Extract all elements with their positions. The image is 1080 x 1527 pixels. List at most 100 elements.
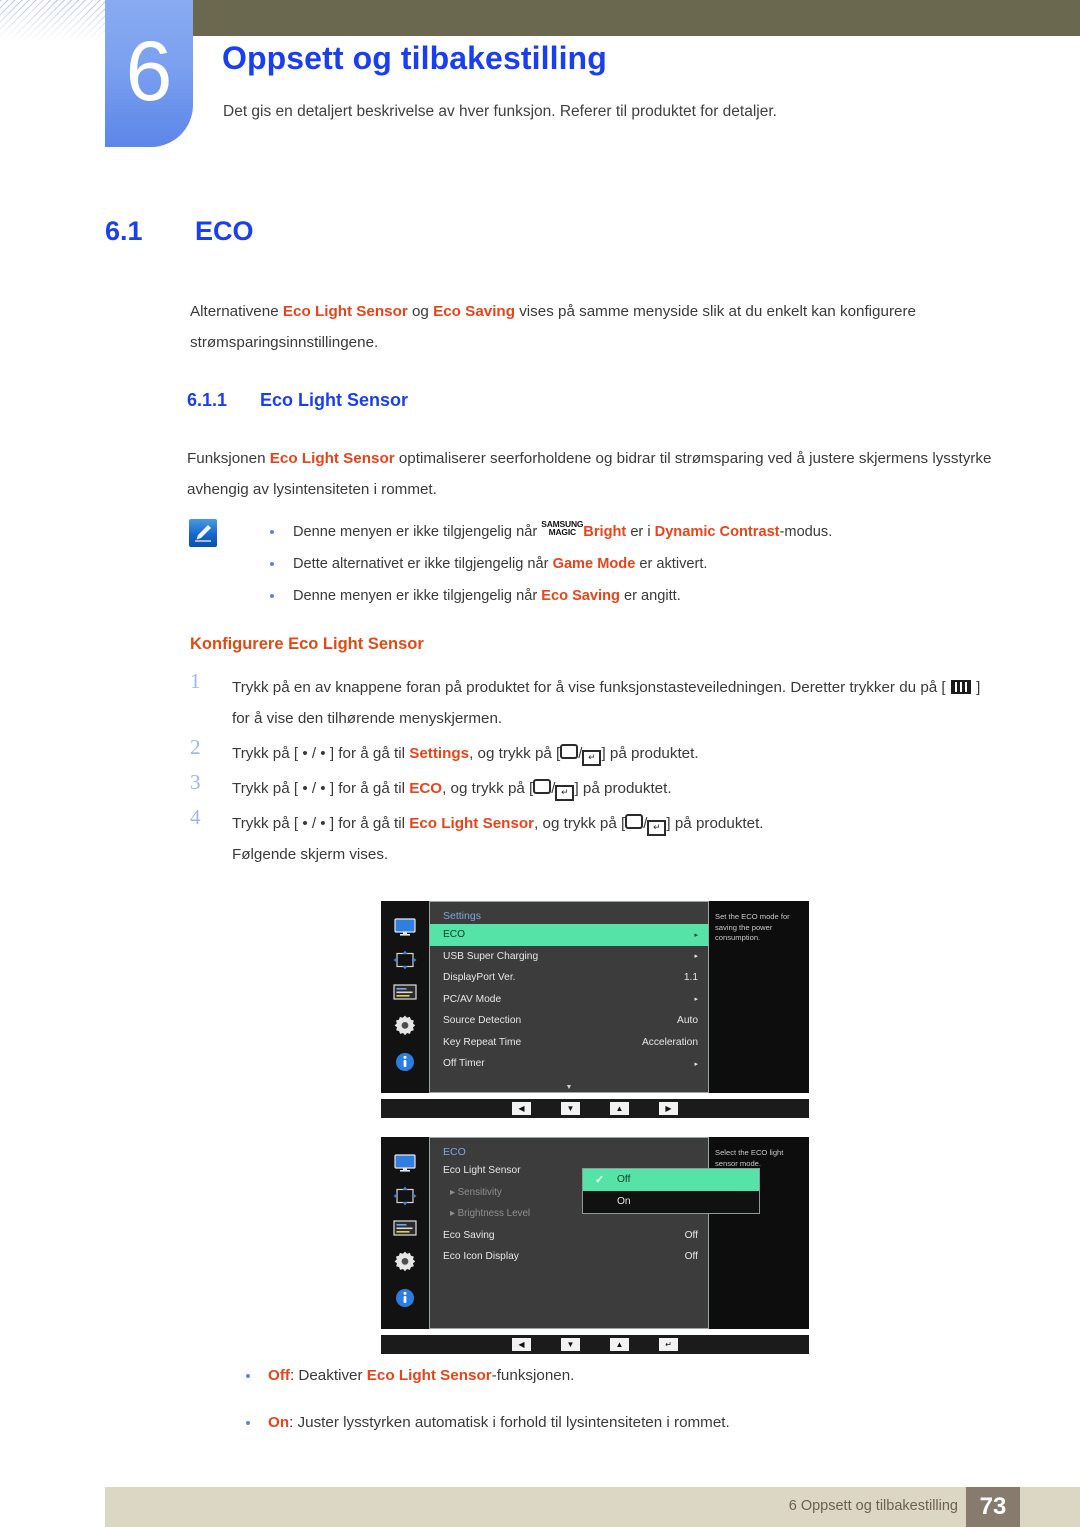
step-1-number: 1 xyxy=(190,669,201,693)
term-eco: ECO xyxy=(409,780,443,797)
step-4-text: Trykk på [ • / • ] for å gå til Eco Ligh… xyxy=(232,814,764,836)
step-3: 3 Trykk på [ • / • ] for å gå til ECO, o… xyxy=(190,770,1000,804)
dropdown-option-on[interactable]: On xyxy=(583,1191,759,1213)
nav-left-button[interactable]: ◀ xyxy=(512,1338,531,1351)
note-pen-icon xyxy=(189,519,217,547)
osd-settings-nav-bar: ◀ ▼ ▲ ▶ xyxy=(381,1099,809,1118)
dropdown-option-off[interactable]: Off xyxy=(583,1169,759,1191)
nav-enter-button[interactable]: ↵ xyxy=(659,1338,678,1351)
term-bright: Bright xyxy=(583,524,627,540)
position-arrows-icon[interactable] xyxy=(393,950,417,975)
osd-settings-title: Settings xyxy=(443,910,481,922)
osd-row-label: USB Super Charging xyxy=(443,950,539,962)
chapter-number-badge: 6 xyxy=(105,0,193,147)
step-4: 4 Trykk på [ • / • ] for å gå til Eco Li… xyxy=(190,805,1000,870)
term-dynamic-contrast: Dynamic Contrast xyxy=(654,524,780,540)
samsung-magic-logo: SAMSUNG MAGIC xyxy=(541,519,583,537)
monitor-icon[interactable] xyxy=(394,917,416,941)
note-item: Denne menyen er ikke tilgjengelig når SA… xyxy=(250,516,1010,548)
note-item: Dette alternativet er ikke tilgjengelig … xyxy=(250,548,1010,580)
term-eco-light-sensor-4: Eco Light Sensor xyxy=(366,1367,492,1384)
step-2-post: ] på produktet. xyxy=(601,745,699,762)
step-4-followup: Følgende skjerm vises. xyxy=(232,846,389,863)
magic-bottom: MAGIC xyxy=(548,527,577,537)
info-icon[interactable] xyxy=(395,1052,415,1077)
step-2: 2 Trykk på [ • / • ] for å gå til Settin… xyxy=(190,735,1000,769)
monitor-icon[interactable] xyxy=(394,1153,416,1177)
scroll-down-indicator[interactable]: ▼ xyxy=(430,1084,708,1091)
osd-row-value: ▸ xyxy=(694,953,698,961)
osd-row-displayport-ver[interactable]: DisplayPort Ver. 1.1 xyxy=(430,967,708,989)
note-1-pre: Dette alternativet er ikke tilgjengelig … xyxy=(293,556,553,572)
nav-right-button[interactable]: ▶ xyxy=(659,1102,678,1115)
term-eco-light-sensor-3: Eco Light Sensor xyxy=(409,815,535,832)
nav-down-button[interactable]: ▼ xyxy=(561,1102,580,1115)
step-4-post: ] på produktet. xyxy=(666,815,764,832)
term-eco-light-sensor: Eco Light Sensor xyxy=(282,303,408,320)
osd-row-value: Off xyxy=(684,1229,698,1241)
step-3-mid: , og trykk på [ xyxy=(442,780,534,797)
term-eco-light-sensor-2: Eco Light Sensor xyxy=(269,450,395,467)
step-3-text: Trykk på [ • / • ] for å gå til ECO, og … xyxy=(232,779,672,801)
eco-light-sensor-dropdown: Off On xyxy=(582,1168,760,1214)
nav-left-button[interactable]: ◀ xyxy=(512,1102,531,1115)
osd-panel-icon[interactable] xyxy=(393,983,417,1005)
option-term-off: Off xyxy=(268,1367,290,1384)
note-1-post: er aktivert. xyxy=(635,556,708,572)
osd-eco-help-text: Select the ECO light sensor mode. xyxy=(709,1137,809,1329)
osd-row-value: ▸ xyxy=(694,931,698,939)
step-1-text-pre: Trykk på en av knappene foran på produkt… xyxy=(232,679,950,696)
option-1-pre: Juster lysstyrken automatisk i forhold t… xyxy=(297,1414,730,1431)
step-2-number: 2 xyxy=(190,735,201,759)
osd-row-value: Off xyxy=(684,1251,698,1263)
step-3-pre: Trykk på [ • / • ] for å gå til xyxy=(232,780,410,797)
osd-row-value: ▸ xyxy=(694,996,698,1004)
step-4-number: 4 xyxy=(190,805,201,829)
osd-row-source-detection[interactable]: Source Detection Auto xyxy=(430,1010,708,1032)
section-title: ECO xyxy=(195,216,254,246)
osd-eco-window: ECO Eco Light Sensor ▸ Sensitivity ▸ Bri… xyxy=(381,1137,809,1329)
osd-sidebar xyxy=(381,1137,429,1329)
step-3-post: ] på produktet. xyxy=(574,780,672,797)
nav-down-button[interactable]: ▼ xyxy=(561,1338,580,1351)
osd-row-label: Key Repeat Time xyxy=(443,1036,522,1048)
gear-icon[interactable] xyxy=(393,1014,417,1043)
term-settings: Settings xyxy=(409,745,470,762)
step-2-pre: Trykk på [ • / • ] for å gå til xyxy=(232,745,410,762)
intro-text-1: Alternativene xyxy=(190,303,283,320)
option-term-on: On xyxy=(268,1414,290,1431)
osd-row-pc-av-mode[interactable]: PC/AV Mode ▸ xyxy=(430,989,708,1011)
option-0-post: -funksjonen. xyxy=(491,1367,575,1384)
osd-sidebar xyxy=(381,901,429,1093)
option-description-list: Off: Deaktiver Eco Light Sensor-funksjon… xyxy=(228,1360,1018,1454)
osd-row-eco-icon-display[interactable]: Eco Icon Display Off xyxy=(430,1246,708,1268)
osd-row-key-repeat-time[interactable]: Key Repeat Time Acceleration xyxy=(430,1032,708,1054)
info-icon[interactable] xyxy=(395,1288,415,1313)
osd-eco-body: ECO Eco Light Sensor ▸ Sensitivity ▸ Bri… xyxy=(429,1137,760,1329)
osd-row-off-timer[interactable]: Off Timer ▸ xyxy=(430,1053,708,1075)
procedure-steps: 1 Trykk på en av knappene foran på produ… xyxy=(190,669,1000,874)
osd-row-label: ECO xyxy=(443,929,466,941)
osd-row-eco-saving[interactable]: Eco Saving Off xyxy=(430,1225,708,1247)
osd-panel-icon[interactable] xyxy=(393,1219,417,1241)
sub-intro-text-1: Funksjonen xyxy=(187,450,270,467)
decorative-hatch-pattern xyxy=(0,0,108,42)
nav-up-button[interactable]: ▲ xyxy=(610,1338,629,1351)
source-key-icon xyxy=(560,744,579,759)
note-0-post: -modus. xyxy=(779,524,833,540)
step-4-pre: Trykk på [ • / • ] for å gå til xyxy=(232,815,410,832)
note-0-pre: Denne menyen er ikke tilgjengelig når xyxy=(293,524,542,540)
osd-row-usb-super-charging[interactable]: USB Super Charging ▸ xyxy=(430,946,708,968)
osd-settings-help-text: Set the ECO mode for saving the power co… xyxy=(709,901,809,1093)
osd-row-eco[interactable]: ECO ▸ xyxy=(430,924,708,946)
osd-eco-title: ECO xyxy=(443,1146,466,1158)
position-arrows-icon[interactable] xyxy=(393,1186,417,1211)
osd-settings-window: Settings ECO ▸ USB Super Charging ▸ Disp… xyxy=(381,901,809,1093)
note-2-pre: Denne menyen er ikke tilgjengelig når xyxy=(293,588,542,604)
nav-up-button[interactable]: ▲ xyxy=(610,1102,629,1115)
gear-icon[interactable] xyxy=(393,1250,417,1279)
section-heading: 6.1 ECO xyxy=(105,216,254,247)
subsection-number: 6.1.1 xyxy=(187,390,228,410)
note-item: Denne menyen er ikke tilgjengelig når Ec… xyxy=(250,580,1010,612)
osd-screenshot-eco: ECO Eco Light Sensor ▸ Sensitivity ▸ Bri… xyxy=(381,1137,809,1354)
